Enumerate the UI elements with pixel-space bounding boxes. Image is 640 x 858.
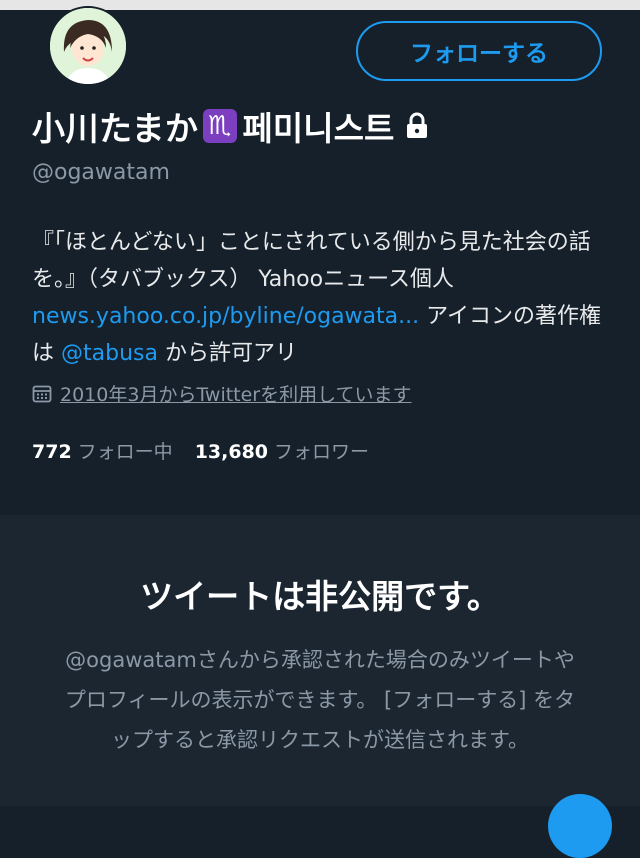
avatar-illustration [50, 8, 126, 84]
followers-link[interactable]: 13,680 フォロワー [195, 437, 369, 464]
join-date: 2010年3月からTwitterを利用しています [32, 380, 412, 407]
following-link[interactable]: 772 フォロー中 [32, 437, 173, 464]
private-title: ツイートは非公開です。 [140, 577, 500, 616]
following-label: フォロー中 [77, 441, 173, 463]
follow-button[interactable]: フォローする [356, 21, 602, 81]
display-name: 小川たまか [32, 109, 199, 148]
bio-link[interactable]: news.yahoo.co.jp/byline/ogawata... [32, 304, 419, 329]
following-count: 772 [32, 441, 72, 463]
lock-icon [407, 112, 428, 138]
bio-mention-link[interactable]: @tabusa [61, 341, 158, 366]
followers-count: 13,680 [194, 441, 269, 463]
bio-text: から許可アリ [157, 341, 297, 366]
avatar[interactable] [48, 6, 128, 86]
display-name-suffix: 페미니스트 [242, 109, 395, 148]
compose-fab[interactable] [548, 794, 612, 858]
private-description: @ogawatamさんから承認された場合のみツイートやプロフィールの表示ができま… [64, 648, 576, 752]
calendar-icon [32, 385, 52, 402]
profile-header: フォローする 小川たまか ♏ 페미니스트 @ogawatam 『「ほとんどない」… [0, 6, 640, 515]
followers-label: フォロワー [274, 441, 370, 463]
scorpio-emoji-icon: ♏ [202, 109, 237, 143]
join-date-text: 2010年3月からTwitterを利用しています [60, 384, 412, 406]
follow-stats: 772 フォロー中 13,680 フォロワー [32, 437, 369, 464]
bio: 『「ほとんどない」ことにされている側から見た社会の話を。』（タバブックス） Ya… [32, 224, 612, 372]
bio-text: 『「ほとんどない」ことにされている側から見た社会の話を。』（タバブックス） Ya… [32, 230, 591, 292]
display-name-row: 小川たまか ♏ 페미니스트 [32, 102, 430, 150]
user-handle: @ogawatam [32, 160, 170, 185]
